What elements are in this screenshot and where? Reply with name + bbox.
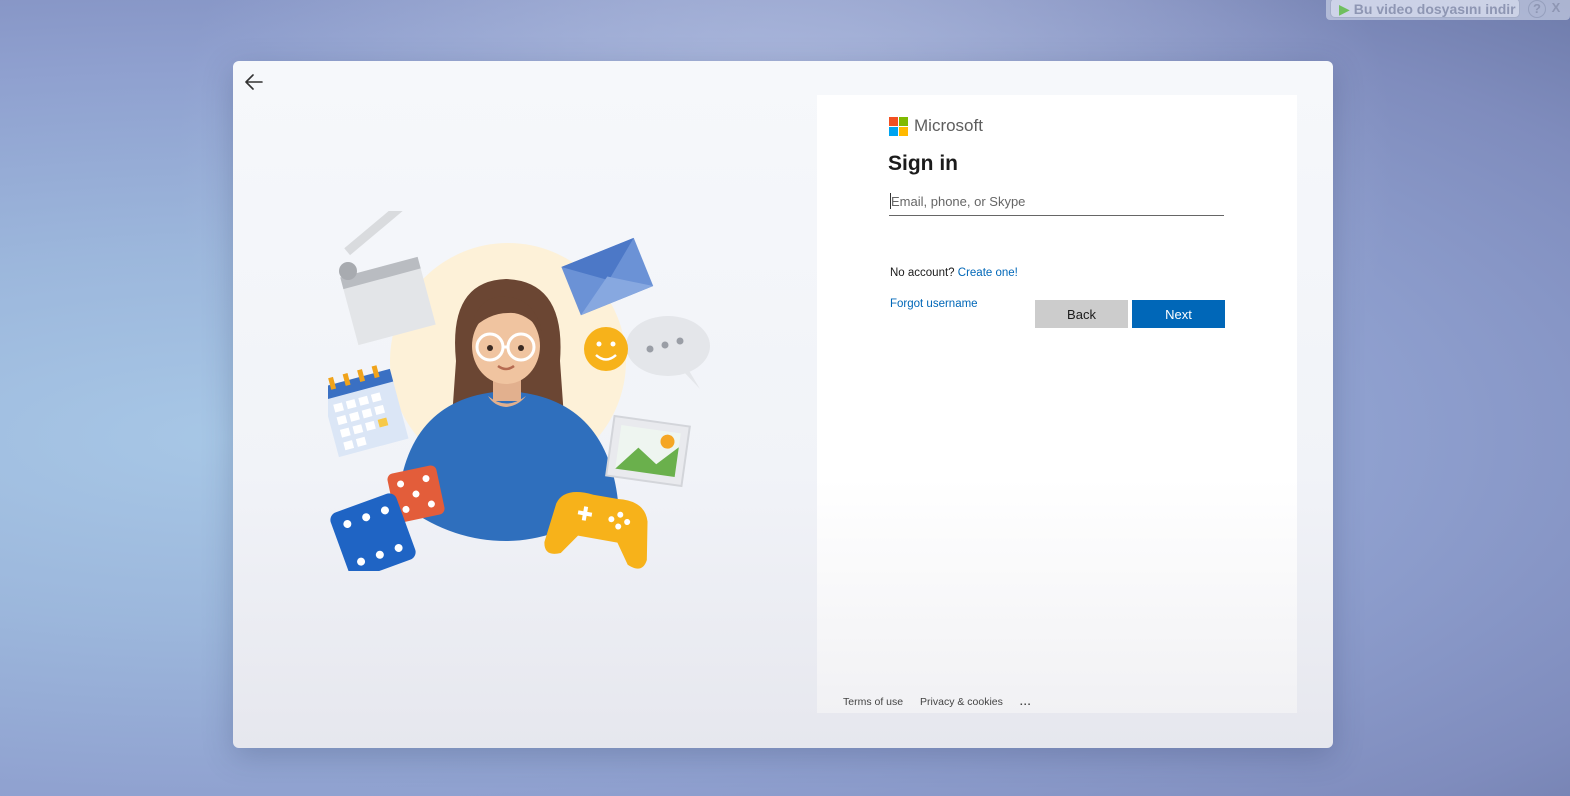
terms-of-use-link[interactable]: Terms of use [843,696,903,708]
video-download-button[interactable]: ▶ Bu video dosyasını indir [1330,0,1520,18]
page-title: Sign in [888,152,958,175]
back-arrow-icon[interactable] [243,71,265,93]
no-account-line: No account? Create one! [890,267,1018,279]
no-account-text: No account? [890,267,955,279]
text-cursor [890,193,891,209]
clapperboard-icon [339,211,436,346]
card-footer: Terms of use Privacy & cookies ... [843,696,1046,708]
microsoft-wordmark: Microsoft [914,116,983,135]
forgot-username-link[interactable]: Forgot username [890,298,978,310]
back-button[interactable]: Back [1035,300,1128,328]
help-icon[interactable]: ? [1528,0,1546,18]
chat-bubble-icon [626,316,710,389]
smiley-icon [584,327,628,371]
email-field[interactable] [889,188,1224,216]
video-download-label: Bu video dosyasını indir [1353,1,1516,17]
next-button[interactable]: Next [1132,300,1225,328]
person-illustration [328,211,710,571]
create-account-link[interactable]: Create one! [958,267,1018,279]
game-controller-icon [544,492,648,569]
play-icon: ▶ [1339,1,1350,17]
more-options-button[interactable]: ... [1020,696,1032,708]
signin-card: Microsoft Sign in No account? Create one… [817,95,1297,713]
picture-icon [605,414,691,488]
video-download-bar: ▶ Bu video dosyasını indir ? X [1326,0,1570,20]
microsoft-grid-icon [889,117,909,137]
setup-window: Microsoft Sign in No account? Create one… [233,61,1333,748]
close-icon[interactable]: X [1548,0,1564,16]
privacy-cookies-link[interactable]: Privacy & cookies [920,696,1003,708]
